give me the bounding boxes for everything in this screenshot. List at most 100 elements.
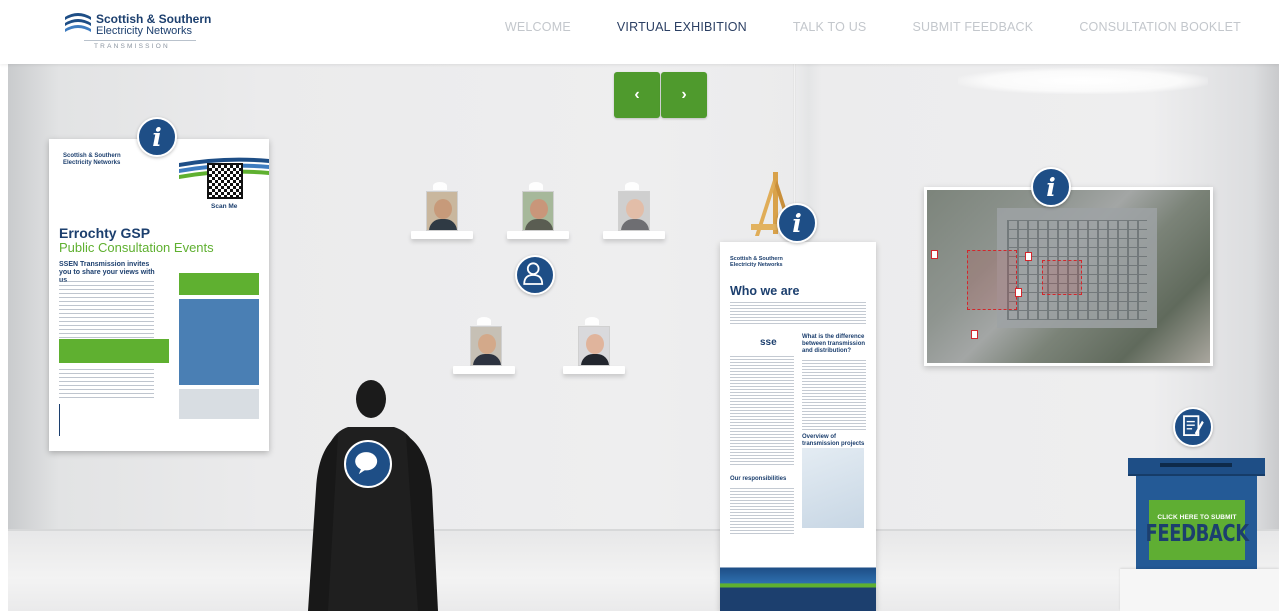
chat-bubble-icon <box>355 452 378 475</box>
shelf <box>507 231 569 239</box>
poster-info-button[interactable]: i <box>137 117 177 157</box>
shelf <box>603 231 665 239</box>
ssen-logo-icon <box>65 13 91 32</box>
consultation-events-poster[interactable]: Scottish & Southern Electricity Networks… <box>49 139 269 451</box>
poster-virtual-date-box <box>179 273 259 295</box>
prev-room-button[interactable]: ‹ <box>614 72 660 118</box>
banner-subheading-difference: What is the difference between transmiss… <box>802 334 866 354</box>
logo-name: Scottish & Southern <box>96 12 212 26</box>
map-label <box>931 250 939 259</box>
banner-subheading-overview: Overview of transmission projects <box>802 434 865 447</box>
photo-shoulders <box>581 354 609 365</box>
logo-divider <box>84 40 196 41</box>
nav-submit-feedback[interactable]: SUBMIT FEEDBACK <box>912 20 1033 34</box>
shelf-light <box>477 317 491 325</box>
shelf <box>453 366 515 374</box>
aerial-info-button[interactable]: i <box>1031 167 1071 207</box>
photo-face <box>626 199 644 219</box>
info-icon: i <box>152 122 162 152</box>
person-icon <box>523 262 544 285</box>
feedback-form-button[interactable] <box>1173 407 1213 447</box>
photo-face <box>478 334 496 354</box>
team-photo-5[interactable] <box>578 326 610 366</box>
banner-subheading-responsibilities: Our responsibilities <box>730 476 787 482</box>
photo-shoulders <box>429 219 457 230</box>
submit-feedback-button[interactable]: CLICK HERE TO SUBMIT FEEDBACK <box>1145 500 1249 560</box>
shelf-light <box>529 182 543 190</box>
who-we-are-banner[interactable]: Scottish & Southern Electricity Networks… <box>720 242 876 611</box>
logo-subname: Electricity Networks <box>96 25 192 37</box>
nav-virtual-exhibition[interactable]: VIRTUAL EXHIBITION <box>617 20 747 34</box>
poster-logo: Scottish & Southern Electricity Networks <box>63 153 121 167</box>
banner-left-text <box>730 356 794 466</box>
banner-title: Who we are <box>730 284 800 298</box>
poster-logo-line1: Scottish & Southern <box>63 153 121 159</box>
ceiling-light <box>958 68 1208 94</box>
visitor-silhouette <box>308 380 438 611</box>
banner-logo-line2: Electricity Networks <box>730 262 783 268</box>
scan-me-label: Scan Me <box>211 203 238 210</box>
sse-logo: sse <box>760 337 777 348</box>
poster-contact-box <box>59 404 169 436</box>
photo-face <box>530 199 548 219</box>
ballot-box-lid <box>1128 458 1265 476</box>
next-room-button[interactable]: › <box>661 72 707 118</box>
photo-face <box>586 334 604 354</box>
floor-line <box>8 529 1279 531</box>
info-icon: i <box>1046 172 1056 202</box>
banner-footer-waves <box>720 549 876 611</box>
shelf-light <box>585 317 599 325</box>
team-photo-1[interactable] <box>426 191 458 231</box>
info-icon: i <box>792 208 802 238</box>
feedback-form-icon <box>1183 415 1204 436</box>
ssen-logo[interactable]: Scottish & Southern Electricity Networks… <box>64 9 214 53</box>
nav-welcome[interactable]: WELCOME <box>505 20 571 34</box>
qr-code <box>207 163 243 199</box>
poster-subtitle: Public Consultation Events <box>59 240 214 255</box>
proposed-area <box>1042 260 1082 295</box>
photo-shoulders <box>473 354 501 365</box>
site-header: Scottish & Southern Electricity Networks… <box>0 0 1279 64</box>
chat-button[interactable] <box>344 440 392 488</box>
submit-feedback-small-label: CLICK HERE TO SUBMIT <box>1157 513 1237 521</box>
shelf-light <box>433 182 447 190</box>
submit-feedback-big-label: FEEDBACK <box>1145 520 1249 547</box>
poster-title: Errochty GSP <box>59 225 151 241</box>
nav-talk-to-us[interactable]: TALK TO US <box>793 20 867 34</box>
transmission-map <box>802 448 864 528</box>
poster-online-box <box>179 299 259 385</box>
ballot-box-stand <box>1120 569 1279 611</box>
ballot-box-slot <box>1160 463 1232 467</box>
chevron-left-icon: ‹ <box>634 86 640 103</box>
main-nav: WELCOME VIRTUAL EXHIBITION TALK TO US SU… <box>505 20 1241 34</box>
photo-shoulders <box>525 219 553 230</box>
map-label <box>1025 252 1033 261</box>
logo-tagline: TRANSMISSION <box>94 43 170 50</box>
poster-body-text-2 <box>59 369 154 399</box>
team-photo-2[interactable] <box>522 191 554 231</box>
shelf-light <box>625 182 639 190</box>
floor <box>8 529 1279 611</box>
shelf <box>563 366 625 374</box>
team-photo-3[interactable] <box>618 191 650 231</box>
banner-difference-text <box>802 360 866 432</box>
poster-body-text <box>59 281 154 341</box>
virtual-exhibition-room: ‹ › Scottish & Southern Electricity Netw… <box>8 64 1279 611</box>
shelf <box>411 231 473 239</box>
banner-logo: Scottish & Southern Electricity Networks <box>730 256 783 268</box>
nav-consultation-booklet[interactable]: CONSULTATION BOOKLET <box>1079 20 1241 34</box>
site-aerial-photo[interactable] <box>924 187 1213 366</box>
banner-intro-text <box>730 302 866 326</box>
proposed-area <box>967 250 1017 310</box>
poster-logo-line2: Electricity Networks <box>63 160 121 166</box>
meet-the-team-button[interactable] <box>515 255 555 295</box>
poster-event-date-box <box>59 339 169 363</box>
banner-info-button[interactable]: i <box>777 203 817 243</box>
team-photo-4[interactable] <box>470 326 502 366</box>
poster-link-box <box>179 389 259 419</box>
banner-responsibilities-text <box>730 488 794 536</box>
map-label <box>1015 288 1023 297</box>
map-label <box>971 330 979 339</box>
chevron-right-icon: › <box>681 86 687 103</box>
photo-shoulders <box>621 219 649 230</box>
